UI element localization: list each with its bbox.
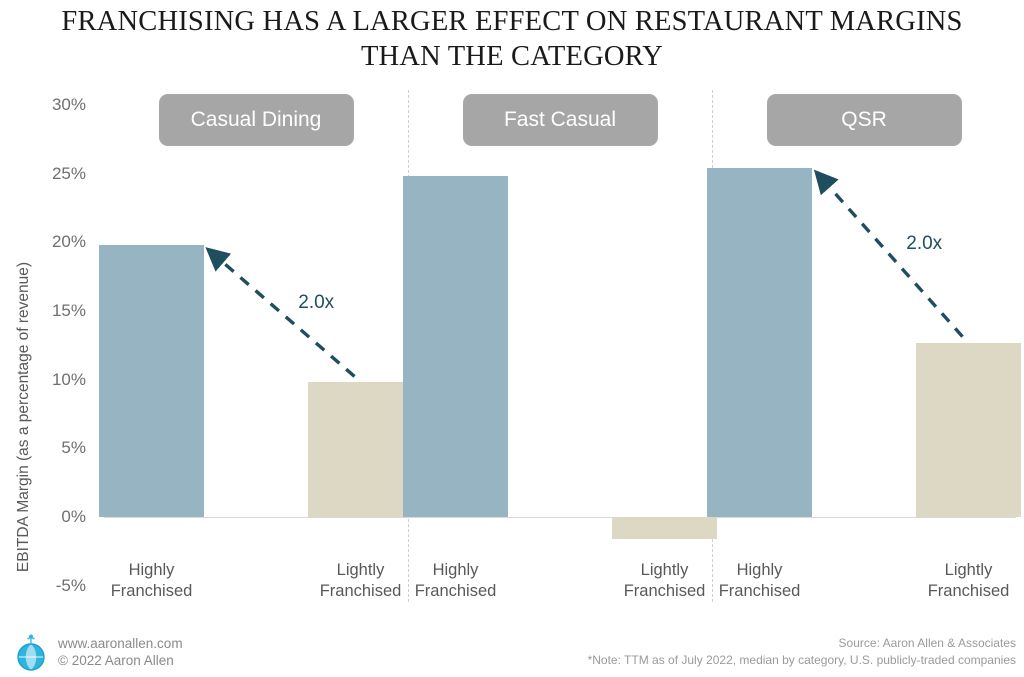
x-axis-label-line1: Lightly xyxy=(944,561,993,579)
annotation-arrow-1 xyxy=(813,169,964,338)
y-axis-tick-1: 25% xyxy=(51,163,86,183)
category-header-fast-casual: Fast Casual xyxy=(462,94,658,146)
x-axis-label-line2: Franchised xyxy=(414,582,497,600)
category-header-qsr: QSR xyxy=(766,94,962,146)
x-axis-label-line2: Franchised xyxy=(718,582,801,600)
annotation-arrow-group xyxy=(205,169,964,378)
y-axis-tick-0: 30% xyxy=(51,95,86,114)
annotation-label-1: 2.0x xyxy=(906,233,943,255)
annotation-arrow-0 xyxy=(205,247,356,378)
bar-casual-dining-highly-franchised xyxy=(99,245,204,517)
globe-logo-icon xyxy=(17,634,45,671)
x-axis-label-line1: Highly xyxy=(736,561,783,579)
x-axis-label-5: Lightly Franchised xyxy=(886,560,1024,602)
x-axis-label-line1: Highly xyxy=(432,561,479,579)
x-axis-label-line1: Highly xyxy=(128,561,175,579)
footer-website[interactable]: www.aaronallen.com xyxy=(58,635,183,652)
bar-qsr-lightly-franchised xyxy=(916,342,1021,517)
bar-casual-dining-lightly-franchised xyxy=(308,382,413,517)
x-axis-label-0: Highly Franchised xyxy=(69,560,234,602)
chart-title-line-2: THAN THE CATEGORY xyxy=(360,41,664,72)
y-axis-tick-4: 10% xyxy=(51,369,86,389)
footer-right: Source: Aaron Allen & Associates *Note: … xyxy=(588,635,1016,669)
bar-fast-casual-lightly-franchised xyxy=(612,517,717,539)
y-axis-tick-6: 0% xyxy=(61,507,86,526)
chart-container: FRANCHISING HAS A LARGER EFFECT ON RESTA… xyxy=(0,0,1024,677)
zero-baseline xyxy=(104,517,1016,518)
category-header-casual-dining: Casual Dining xyxy=(158,94,354,146)
footer-copyright: © 2022 Aaron Allen xyxy=(58,653,174,668)
x-axis-label-line2: Franchised xyxy=(110,582,193,600)
chart-title: FRANCHISING HAS A LARGER EFFECT ON RESTA… xyxy=(0,4,1024,74)
footer: www.aaronallen.com © 2022 Aaron Allen So… xyxy=(0,632,1024,677)
annotation-label-0: 2.0x xyxy=(298,291,335,313)
x-axis-label-line2: Franchised xyxy=(927,582,1010,600)
y-axis-tick-5: 5% xyxy=(61,438,86,458)
bar-qsr-highly-franchised xyxy=(707,168,812,517)
bar-fast-casual-highly-franchised xyxy=(403,176,508,517)
plot-area: Casual Dining Fast Casual QSR 2.0x 2.0x Hig… xyxy=(99,90,1021,602)
y-axis: EBITDA Margin (as a percentage of revenu… xyxy=(0,90,96,595)
footer-left: www.aaronallen.com © 2022 Aaron Allen xyxy=(58,635,183,669)
y-axis-tick-2: 20% xyxy=(51,232,86,252)
y-axis-title: EBITDA Margin (as a percentage of revenu… xyxy=(15,261,32,573)
x-axis-label-4: Highly Franchised xyxy=(677,560,842,602)
footer-source: Source: Aaron Allen & Associates xyxy=(838,636,1016,650)
chart-title-line-1: FRANCHISING HAS A LARGER EFFECT ON RESTA… xyxy=(61,6,963,37)
footer-note: *Note: TTM as of July 2022, median by ca… xyxy=(587,653,1016,667)
y-axis-tick-3: 15% xyxy=(51,301,86,320)
x-axis-label-2: Highly Franchised xyxy=(373,560,538,602)
